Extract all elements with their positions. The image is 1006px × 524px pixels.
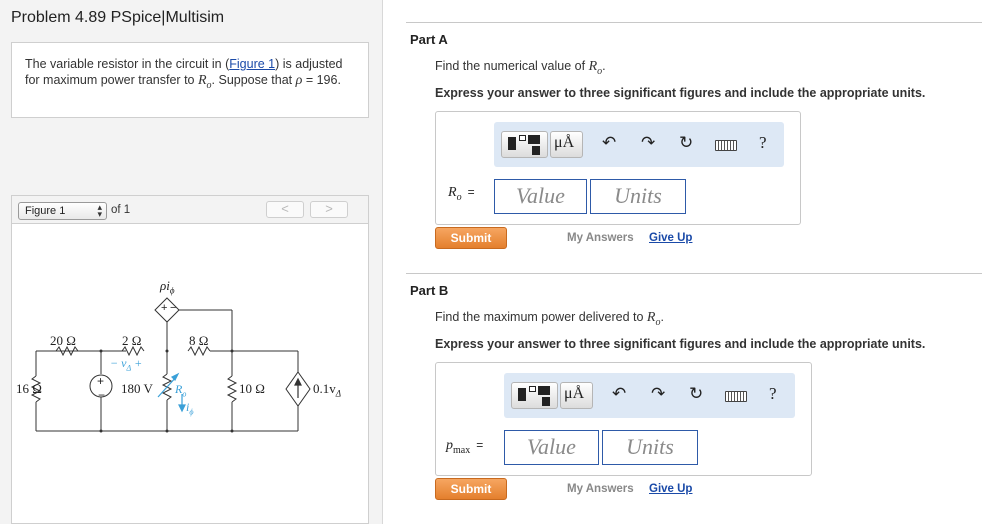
resistor-20-label: 20 Ω: [50, 333, 76, 348]
dep-plus-sign: +: [161, 302, 168, 314]
ro-label: Ro: [175, 382, 187, 399]
part-a-toolbar: μÅ ↶ ↷ ↻ ?: [494, 122, 784, 167]
dependent-source-label: ρiϕ: [160, 278, 175, 296]
units-icon: μÅ: [564, 385, 585, 402]
part-a-my-answers-link[interactable]: My Answers: [567, 232, 634, 244]
units-button[interactable]: μÅ: [550, 131, 583, 158]
part-b-answer-box: μÅ ↶ ↷ ↻ ? pmax = Value Units: [435, 362, 812, 476]
keyboard-icon[interactable]: [725, 391, 747, 402]
reset-icon[interactable]: ↻: [679, 133, 693, 153]
templates-icon: [518, 388, 526, 401]
statement-var: Ro: [197, 73, 212, 91]
redo-icon[interactable]: ↷: [641, 133, 655, 153]
statement-text: The variable resistor in the circuit in …: [25, 57, 230, 71]
redo-icon[interactable]: ↷: [651, 384, 665, 404]
resistor-8-label: 8 Ω: [189, 333, 209, 348]
templates-icon-box: [529, 386, 536, 392]
problem-panel: Problem 4.89 PSpice|Multisim The variabl…: [0, 0, 383, 524]
part-b-var-label: pmax =: [446, 438, 484, 456]
templates-button[interactable]: [501, 131, 548, 158]
undo-icon[interactable]: ↶: [612, 384, 626, 404]
templates-icon: [508, 137, 516, 150]
divider: [406, 273, 982, 274]
i-phi-label: iϕ: [186, 400, 194, 417]
v-delta-label: − vΔ +: [110, 356, 143, 373]
templates-icon-fill-2: [542, 397, 550, 406]
help-icon[interactable]: ?: [759, 133, 767, 153]
part-b-title: Part B: [410, 283, 449, 298]
statement-text: . Suppose that: [211, 73, 296, 87]
part-b-value-input[interactable]: Value: [504, 430, 599, 465]
vsource-minus: −: [98, 388, 106, 402]
undo-icon[interactable]: ↶: [602, 133, 616, 153]
problem-title: Problem 4.89 PSpice|Multisim: [11, 9, 225, 26]
templates-icon-box: [519, 135, 526, 141]
reset-icon[interactable]: ↻: [689, 384, 703, 404]
units-icon: μÅ: [554, 134, 575, 151]
vsource-plus: +: [97, 374, 105, 388]
figure-link[interactable]: Figure 1: [229, 57, 275, 71]
part-a-instructions: Express your answer to three significant…: [435, 86, 926, 100]
units-button[interactable]: μÅ: [560, 382, 593, 409]
templates-button[interactable]: [511, 382, 558, 409]
resistor-10-label: 10 Ω: [239, 381, 265, 396]
keyboard-icon[interactable]: [715, 140, 737, 151]
part-b-toolbar: μÅ ↶ ↷ ↻ ?: [504, 373, 795, 418]
part-a-units-input[interactable]: Units: [590, 179, 686, 214]
part-a-var-label: Ro =: [448, 185, 475, 203]
part-a-give-up-link[interactable]: Give Up: [649, 232, 692, 244]
part-a-title: Part A: [410, 32, 448, 47]
dep-minus-sign: −: [170, 302, 177, 314]
part-b-submit-button[interactable]: Submit: [435, 478, 507, 500]
part-b-prompt: Find the maximum power delivered to Ro.: [435, 310, 664, 328]
current-source-label: 0.1vΔ: [313, 381, 342, 399]
rho-value: = 196.: [302, 73, 341, 87]
circuit-diagram: [30, 297, 311, 433]
figure-panel: Figure 1 ▴ ▾ of 1 < > ρiϕ + − 20 Ω 2 Ω 8…: [11, 195, 369, 524]
resistor-16-label: 16 Ω: [16, 381, 42, 396]
part-b-units-input[interactable]: Units: [602, 430, 698, 465]
part-b-give-up-link[interactable]: Give Up: [649, 483, 692, 495]
part-a-answer-box: μÅ ↶ ↷ ↻ ? Ro = Value Units: [435, 111, 801, 225]
voltage-source-label: 180 V: [121, 381, 153, 396]
problem-statement: The variable resistor in the circuit in …: [11, 42, 369, 118]
part-a-prompt: Find the numerical value of Ro.: [435, 59, 606, 77]
help-icon[interactable]: ?: [769, 384, 777, 404]
part-b-instructions: Express your answer to three significant…: [435, 337, 926, 351]
resistor-2-label: 2 Ω: [122, 333, 142, 348]
templates-icon-fill: [538, 386, 550, 395]
templates-icon-fill-2: [532, 146, 540, 155]
part-b-my-answers-link[interactable]: My Answers: [567, 483, 634, 495]
divider: [406, 22, 982, 23]
part-a-value-input[interactable]: Value: [494, 179, 587, 214]
part-a-submit-button[interactable]: Submit: [435, 227, 507, 249]
templates-icon-fill: [528, 135, 540, 144]
